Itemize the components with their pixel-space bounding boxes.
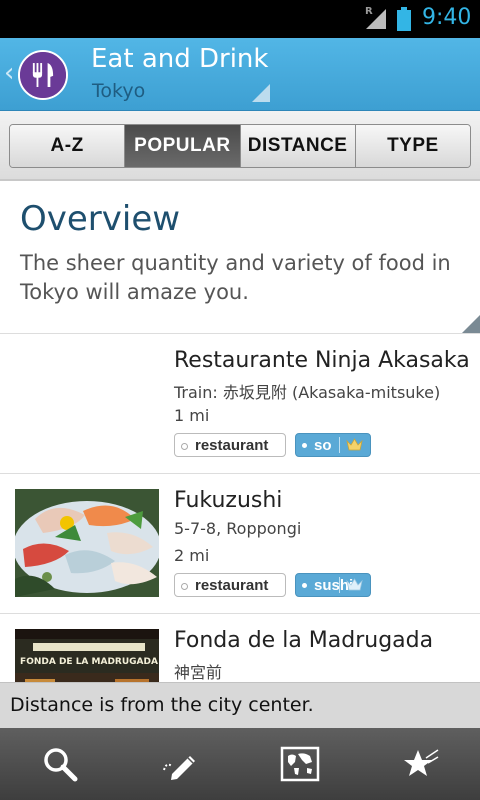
place-distance: 2 mi [174, 546, 210, 565]
place-name: Fukuzushi [174, 488, 283, 513]
back-chevron-icon[interactable]: ‹ [4, 58, 14, 88]
overview-text: The sheer quantity and variety of food i… [20, 251, 451, 304]
clock: 9:40 [422, 5, 472, 30]
sort-tab-bar: A-Z POPULAR DISTANCE TYPE [0, 111, 480, 181]
status-bar: R 9:40 [0, 0, 480, 38]
expand-corner-icon [462, 315, 480, 333]
crown-icon [346, 438, 363, 451]
search-button[interactable] [0, 728, 120, 800]
search-icon [44, 748, 78, 782]
sign-text: FONDA DE LA MADRUGADA [20, 657, 158, 667]
action-bar: ‹ Eat and Drink Tokyo [0, 38, 480, 111]
crown-icon [346, 578, 363, 591]
place-distance: 1 mi [174, 406, 210, 425]
list-item[interactable]: Fukuzushi 5-7-8, Roppongi 2 mi restauran… [0, 474, 480, 614]
world-map-icon [280, 746, 320, 782]
tab-distance[interactable]: DISTANCE [240, 125, 356, 167]
notes-button[interactable] [120, 728, 240, 800]
roaming-indicator: R [365, 6, 373, 17]
place-address: Train: 赤坂見附 (Akasaka-mitsuke) [174, 383, 441, 402]
place-address: 5-7-8, Roppongi [174, 519, 302, 538]
toast-text: Distance is from the city center. [10, 694, 314, 716]
tab-a-z[interactable]: A-Z [10, 125, 126, 167]
place-address: 神宮前 [174, 663, 223, 682]
sort-tabs: A-Z POPULAR DISTANCE TYPE [9, 124, 471, 168]
battery-icon [397, 7, 411, 31]
toast-message: Distance is from the city center. [0, 682, 480, 728]
star-icon [404, 749, 439, 776]
sushi-photo [15, 489, 159, 597]
dropdown-triangle-icon[interactable] [252, 84, 270, 102]
subcategory-tag[interactable]: sushi [295, 573, 371, 597]
overview-section[interactable]: Overview The sheer quantity and variety … [0, 183, 480, 334]
category-tag-label: restaurant [195, 576, 269, 594]
tag-divider [339, 437, 340, 453]
subcategory-tag-label: so [314, 436, 332, 454]
favorites-button[interactable] [360, 728, 480, 800]
place-name: Fonda de la Madrugada [174, 628, 434, 653]
city-subtitle[interactable]: Tokyo [92, 80, 145, 102]
pen-icon [163, 756, 195, 780]
tab-popular[interactable]: POPULAR [125, 125, 241, 167]
bottom-action-bar [0, 728, 480, 800]
list-item[interactable]: Restaurante Ninja Akasaka Train: 赤坂見附 (A… [0, 334, 480, 474]
subcategory-tag[interactable]: so [295, 433, 371, 457]
category-tag[interactable]: restaurant [174, 433, 286, 457]
page-title: Eat and Drink [91, 44, 269, 74]
place-name: Restaurante Ninja Akasaka [174, 348, 470, 373]
tab-type[interactable]: TYPE [355, 125, 470, 167]
fork-knife-icon[interactable] [18, 50, 68, 100]
map-button[interactable] [240, 728, 360, 800]
overview-title: Overview [20, 199, 181, 239]
tag-divider [339, 577, 340, 593]
category-tag-label: restaurant [195, 436, 269, 454]
category-tag[interactable]: restaurant [174, 573, 286, 597]
